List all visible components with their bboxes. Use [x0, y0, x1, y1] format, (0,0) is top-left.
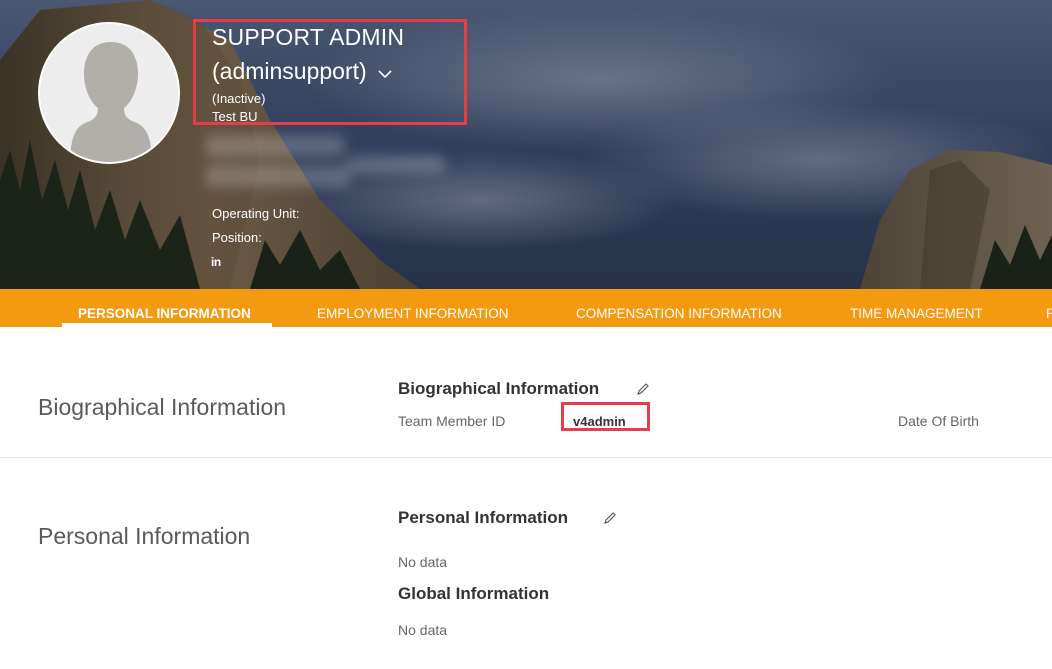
tab-more-truncated[interactable]: P	[1046, 289, 1052, 327]
global-no-data: No data	[398, 622, 448, 638]
personal-no-data: No data	[398, 554, 448, 570]
profile-tab-bar: PERSONAL INFORMATION EMPLOYMENT INFORMAT…	[0, 289, 1052, 327]
name-highlight-box	[193, 19, 467, 125]
redacted-info	[205, 135, 345, 157]
redacted-info	[345, 155, 445, 173]
section-divider	[0, 457, 1052, 458]
team-member-id-label: Team Member ID	[398, 413, 506, 429]
operating-unit-label: Operating Unit:	[212, 206, 300, 221]
position-label: Position:	[212, 230, 262, 245]
value-highlight-box	[561, 402, 650, 431]
tab-employment-information[interactable]: EMPLOYMENT INFORMATION	[317, 289, 509, 327]
active-tab-indicator	[62, 323, 272, 327]
block-title-personal: Personal Information	[398, 508, 569, 527]
user-silhouette-icon	[40, 24, 178, 162]
profile-header-banner: SUPPORT ADMIN (adminsupport) (Inactive) …	[0, 0, 1052, 289]
tab-time-management[interactable]: TIME MANAGEMENT	[850, 289, 983, 327]
date-of-birth-label: Date Of Birth	[898, 413, 979, 429]
tab-compensation-information[interactable]: COMPENSATION INFORMATION	[576, 289, 782, 327]
section-heading-biographical: Biographical Information	[38, 394, 287, 420]
linkedin-icon[interactable]: in	[211, 255, 221, 269]
block-title-biographical: Biographical Information	[398, 379, 600, 398]
redacted-info	[205, 165, 350, 187]
block-title-global: Global Information	[398, 584, 550, 603]
avatar[interactable]	[38, 22, 180, 164]
section-heading-personal: Personal Information	[38, 523, 251, 549]
pencil-icon[interactable]	[603, 511, 617, 525]
pencil-icon[interactable]	[636, 382, 650, 396]
tab-personal-information[interactable]: PERSONAL INFORMATION	[78, 289, 251, 327]
